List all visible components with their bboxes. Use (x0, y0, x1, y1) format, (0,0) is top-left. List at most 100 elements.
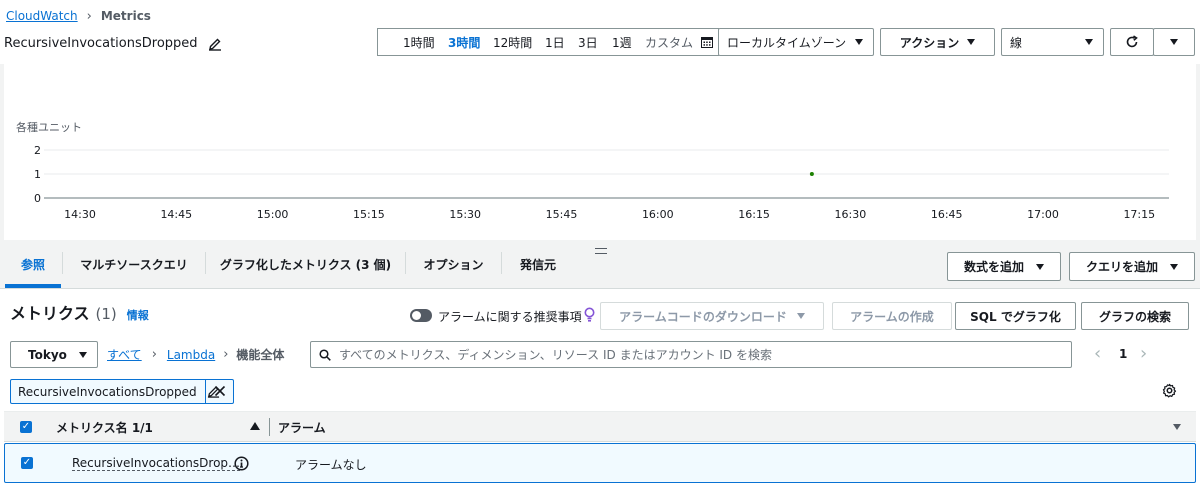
timezone-dropdown[interactable]: ローカルタイムゾーン (718, 28, 874, 56)
x-tick-label: 16:30 (835, 208, 867, 221)
refresh-icon (1126, 35, 1138, 48)
breadcrumb-current: Metrics (100, 9, 151, 23)
filter-divider (205, 380, 206, 403)
time-range-12h[interactable]: 12時間 (493, 34, 532, 51)
metric-search-box[interactable] (310, 341, 1072, 368)
edit-title-icon[interactable] (208, 37, 222, 51)
x-tick-label: 17:15 (1123, 208, 1155, 221)
graph-with-sql-label: SQL でグラフ化 (970, 309, 1061, 324)
x-tick-label: 16:00 (642, 208, 674, 221)
x-tick-label: 17:00 (1027, 208, 1059, 221)
time-range-custom[interactable]: カスタム (645, 34, 693, 51)
prev-page-icon[interactable]: ‹ (1094, 343, 1101, 364)
time-range-1d[interactable]: 1日 (545, 34, 565, 51)
column-divider[interactable] (269, 418, 270, 436)
remove-filter-icon[interactable] (214, 385, 226, 397)
tab-browse[interactable]: 参照 (5, 240, 61, 288)
metrics-header: メトリクス (1) 情報 (10, 300, 149, 324)
tab-graphed-metrics[interactable]: グラフ化したメトリクス (3 個) (206, 240, 405, 288)
filter-chip-label: RecursiveInvocationsDropped (18, 384, 197, 399)
row-metric-name[interactable]: RecursiveInvocationsDrop… (72, 456, 241, 471)
metrics-count: (1) (95, 305, 117, 323)
metrics-title: メトリクス (10, 304, 90, 323)
data-point[interactable] (809, 172, 814, 176)
tab-source[interactable]: 発信元 (502, 240, 574, 288)
nav-lambda-link[interactable]: Lambda (167, 348, 215, 362)
caret-down-icon (796, 313, 805, 319)
settings-gear-icon[interactable] (1162, 383, 1177, 398)
time-range-3h[interactable]: 3時間 (448, 34, 480, 51)
download-alarm-code-button[interactable]: アラームコードのダウンロード (600, 302, 824, 330)
refresh-interval-dropdown[interactable] (1153, 28, 1195, 56)
tab-graphed-metrics-label: グラフ化したメトリクス (3 個) (219, 257, 392, 272)
caret-down-icon (855, 39, 863, 45)
row-checkbox[interactable]: ✓ (21, 457, 33, 469)
y-tick-label: 2 (34, 144, 41, 157)
filter-chip: RecursiveInvocationsDropped (10, 379, 234, 404)
x-tick-label: 15:45 (546, 208, 578, 221)
nav-all-link[interactable]: すべて (107, 346, 142, 363)
timezone-label: ローカルタイムゾーン (727, 35, 847, 50)
x-tick-label: 16:45 (931, 208, 963, 221)
page-number[interactable]: 1 (1119, 347, 1127, 361)
resize-handle[interactable] (595, 248, 607, 254)
select-all-checkbox[interactable]: ✓ (20, 421, 32, 433)
page-title: RecursiveInvocationsDropped (4, 36, 198, 51)
toggle-knob (412, 311, 421, 320)
next-page-icon[interactable]: › (1140, 343, 1147, 364)
alarm-recommend-toggle[interactable] (410, 309, 432, 322)
x-tick-label: 15:15 (353, 208, 385, 221)
calendar-icon[interactable] (701, 36, 713, 51)
add-query-button[interactable]: クエリを追加 (1069, 252, 1195, 281)
x-tick-label: 14:45 (160, 208, 192, 221)
caret-down-icon (967, 39, 976, 45)
region-select[interactable]: Tokyo (10, 341, 98, 368)
sort-asc-icon[interactable] (250, 422, 260, 430)
create-alarm-button[interactable]: アラームの作成 (832, 302, 952, 330)
tab-multi-source-query[interactable]: マルチソースクエリ (63, 240, 205, 288)
tab-options-label: オプション (423, 257, 484, 272)
nav-scope-label: 機能全体 (236, 348, 285, 362)
breadcrumb-chevron-icon: › (86, 8, 92, 24)
graph-search-button[interactable]: グラフの検索 (1081, 302, 1189, 330)
alarm-recommend-label: アラームに関する推奨事項 (438, 310, 582, 324)
time-range-1w[interactable]: 1週 (612, 34, 632, 51)
time-range-1h[interactable]: 1時間 (403, 34, 435, 51)
x-tick-label: 14:30 (64, 208, 96, 221)
tab-options[interactable]: オプション (406, 240, 501, 288)
add-math-label: 数式を追加 (963, 260, 1024, 274)
col-alarm[interactable]: アラーム (278, 419, 326, 436)
metrics-table-header: ✓ メトリクス名 1/1 アラーム (4, 411, 1196, 442)
x-tick-label: 15:00 (257, 208, 289, 221)
time-range-selector: 1時間 3時間 12時間 1日 3日 1週 カスタム (377, 28, 719, 56)
col-metric-name[interactable]: メトリクス名 1/1 (56, 419, 153, 436)
x-tick-label: 16:15 (738, 208, 770, 221)
breadcrumb-cloudwatch[interactable]: CloudWatch (6, 9, 78, 23)
refresh-button[interactable] (1110, 28, 1154, 56)
time-range-3d[interactable]: 3日 (578, 34, 598, 51)
y-tick-label: 1 (34, 168, 41, 181)
column-menu-icon[interactable] (1173, 424, 1181, 430)
info-circle-icon[interactable] (234, 456, 249, 471)
search-icon (319, 348, 331, 361)
create-alarm-label: アラームの作成 (850, 309, 934, 324)
caret-down-icon (1170, 263, 1178, 270)
info-link[interactable]: 情報 (127, 307, 149, 323)
nav-chevron-icon: › (223, 347, 229, 362)
row-alarm-status: アラームなし (295, 458, 367, 472)
y-tick-label: 0 (34, 192, 41, 205)
add-math-button[interactable]: 数式を追加 (947, 252, 1061, 281)
table-row[interactable]: ✓ RecursiveInvocationsDrop… アラームなし (4, 443, 1196, 483)
y-axis-label: 各種ユニット (16, 120, 82, 134)
actions-dropdown[interactable]: アクション (880, 28, 995, 56)
caret-down-icon (1170, 39, 1178, 45)
metric-search-input[interactable] (339, 347, 1071, 362)
graph-type-select[interactable]: 線 (1001, 28, 1104, 56)
graph-type-label: 線 (1010, 35, 1023, 50)
tabs-bar: 参照 マルチソースクエリ グラフ化したメトリクス (3 個) オプション 発信元… (0, 240, 1200, 288)
metric-chart: 各種ユニット 2 1 0 14:30 14:45 15:00 15:15 15:30 15:4… (16, 120, 1169, 221)
breadcrumb: CloudWatch › Metrics (6, 8, 151, 24)
graph-with-sql-button[interactable]: SQL でグラフ化 (955, 302, 1076, 330)
region-label: Tokyo (28, 347, 67, 362)
add-query-label: クエリを追加 (1085, 260, 1158, 274)
